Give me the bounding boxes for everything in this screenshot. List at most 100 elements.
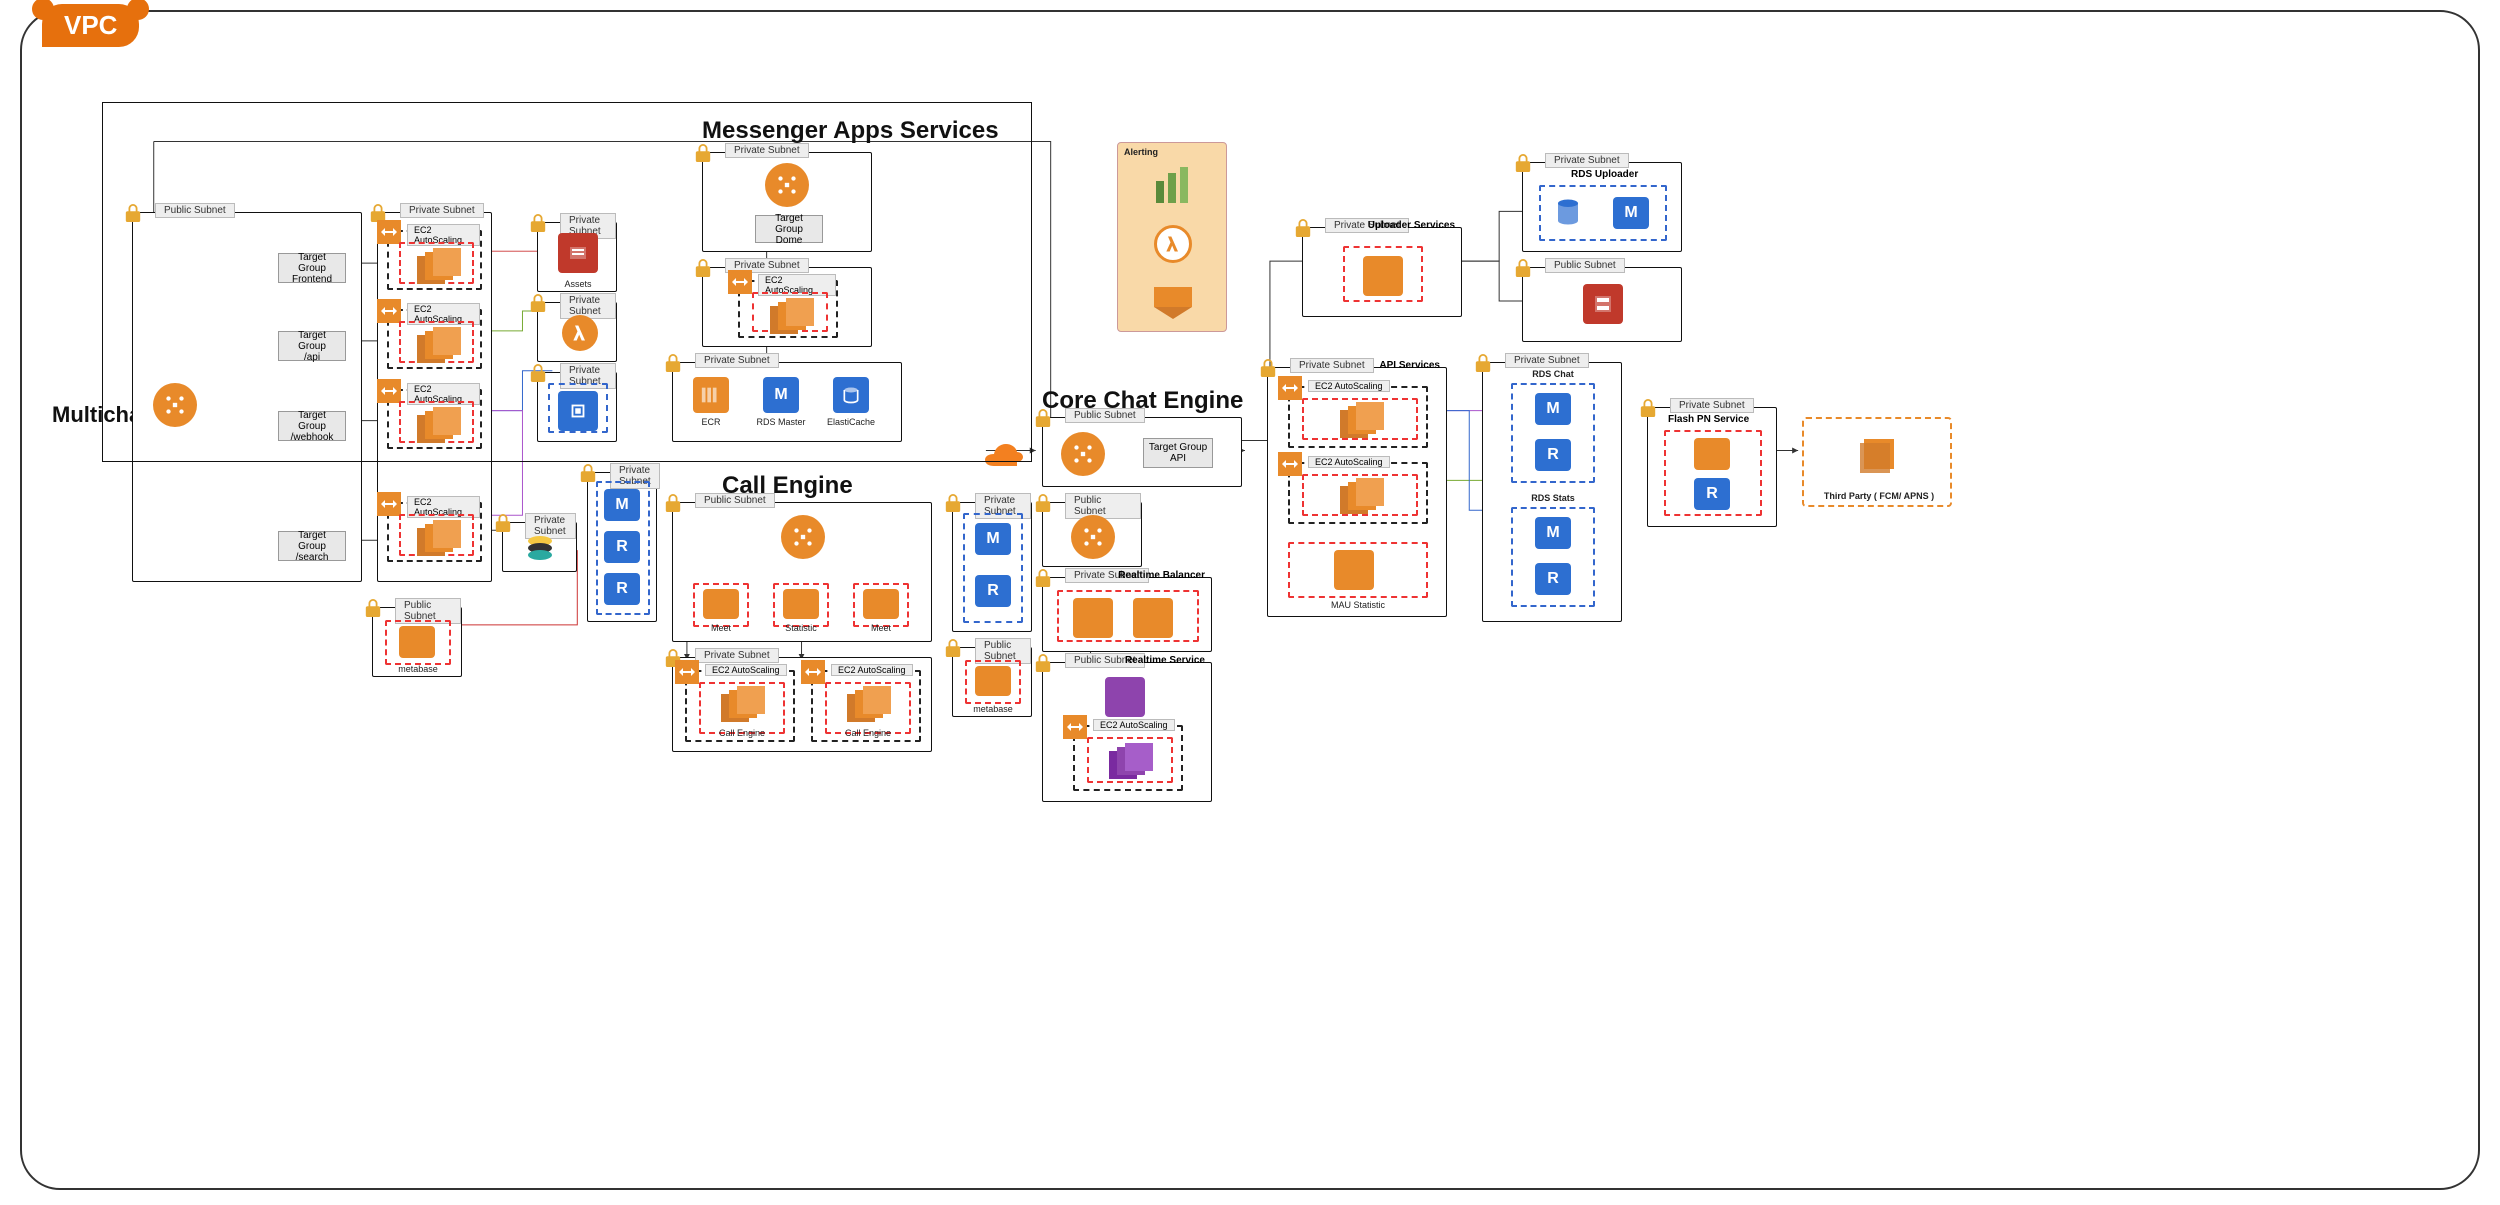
asg-realtime: EC2 AutoScaling [1073,725,1183,791]
subnet-label: Public Subnet [1065,408,1145,423]
lock-icon [1034,408,1052,428]
metabase-icon [399,626,435,658]
connector-lines [22,12,2478,1188]
subnet-label: Private Subnet [1545,153,1629,168]
autoscaling-icon [801,660,825,684]
label-realtime-balancer: Realtime Balancer [1118,570,1205,581]
label-api-services: API Services [1379,360,1440,371]
ecr-icon [693,377,729,413]
subnet-call-metabase: Public Subnet metabase [952,647,1032,717]
subnet-metabase: Public Subnet metabase [372,607,462,677]
asg-api-1: EC2 AutoScaling [1288,386,1428,448]
load-balancer-icon [1071,515,1115,559]
asg-api: EC2 AutoScaling [387,309,482,369]
asg-label: EC2 AutoScaling [1308,456,1390,468]
lock-icon [944,638,962,658]
label-uploader: Uploader Services [1368,220,1455,231]
autoscaling-icon [1278,376,1302,400]
lock-icon [124,203,142,223]
rds-replica-icon: R [604,531,640,563]
autoscaling-icon [377,492,401,516]
section-title-messenger: Messenger Apps Services [702,117,999,145]
lock-icon [664,353,682,373]
subnet-label: Public Subnet [695,493,775,508]
subnet-call-rds: Private Subnet M R [952,502,1032,632]
target-group-core-api: Target GroupAPI [1143,438,1213,468]
asset-server-icon [558,233,598,273]
rds-master-icon: M [1535,393,1571,425]
label-third-party: Third Party ( FCM/ APNS ) [1804,491,1954,501]
elasticache-icon [833,377,869,413]
subnet-label: Private Subnet [695,353,779,368]
lock-icon [529,363,547,383]
load-balancer-icon [153,383,197,427]
subnet-label: Private Subnet [560,293,616,319]
load-balancer-icon [765,163,809,207]
asg-call-engine-1: EC2 AutoScaling Call Engine [685,670,795,742]
subnet-messenger-data: Private Subnet ECR M RDS Master ElastiCa… [672,362,902,442]
ec2-icon [770,298,818,338]
label-elasticache: ElastiCache [821,417,881,427]
lock-icon [1639,398,1657,418]
target-group-webhook: Target Group/webhook [278,411,346,441]
subnet-label: Private Subnet [1290,358,1374,373]
autoscaling-icon [377,379,401,403]
service-icon [1073,598,1113,638]
label-rds-chat: RDS Chat [1483,369,1623,379]
meet-service-icon [863,589,899,619]
lock-icon [364,598,382,618]
ec2-icon [417,520,465,560]
autoscaling-icon [728,270,752,294]
subnet-core-lb: Public Subnet Target GroupAPI [1042,417,1242,487]
meet-service-icon [703,589,739,619]
rds-replica-icon: R [1694,478,1730,510]
subnet-api-services: Private Subnet API Services EC2 AutoScal… [1267,367,1447,617]
rds-replica-icon: R [604,573,640,605]
ec2-icon [417,327,465,367]
subnet-compute: Private Subnet [537,372,617,442]
lock-icon [1514,258,1532,278]
subnet-call-asg: Private Subnet EC2 AutoScaling Call Engi… [672,657,932,752]
ec2-icon [721,686,769,726]
asg-messenger: EC2 AutoScaling [738,280,838,338]
lock-icon [494,513,512,533]
uploader-icon [1363,256,1403,296]
lock-icon [1259,358,1277,378]
subnet-label: Private Subnet [400,203,484,218]
autoscaling-icon [377,299,401,323]
subnet-storage: Public Subnet [1522,267,1682,342]
cloudwatch-icon [1152,165,1194,212]
asg-label: EC2 AutoScaling [1093,719,1175,731]
lock-icon [694,143,712,163]
autoscaling-icon [1063,715,1087,739]
vpc-container: VPC [20,10,2480,1190]
label-rds-stats: RDS Stats [1483,493,1623,503]
lock-icon [529,293,547,313]
ec2-icon [417,248,465,288]
subnet-label: Public Subnet [1545,258,1625,273]
asg-webhook: EC2 AutoScaling [387,389,482,449]
rds-master-icon: M [1535,517,1571,549]
autoscaling-icon [377,220,401,244]
rds-replica-icon: R [1535,439,1571,471]
subnet-messenger-asg: Private Subnet EC2 AutoScaling [702,267,872,347]
subnet-label: Public Subnet [155,203,235,218]
subnet-lambda: Private Subnet [537,302,617,362]
lock-icon [1034,493,1052,513]
asg-search: EC2 AutoScaling [387,502,482,562]
cloudflare-icon [977,442,1027,472]
statistic-service-icon [783,589,819,619]
label-assets: Assets [538,279,618,289]
target-group-api: Target Group/api [278,331,346,361]
label-flash-pn: Flash PN Service [1668,414,1749,425]
lock-icon [1294,218,1312,238]
rds-master-icon: M [1613,197,1649,229]
subnet-elastic: Private Subnet [502,522,577,572]
label-statistic: Statistic [773,623,829,633]
subnet-label: Private Subnet [1505,353,1589,368]
rds-master-icon: M [763,377,799,413]
subnet-label: Private Subnet [725,143,809,158]
target-group-dome: Target GroupDome [755,215,823,243]
ec2-icon [847,686,895,726]
label-mau-statistic: MAU Statistic [1288,600,1428,610]
